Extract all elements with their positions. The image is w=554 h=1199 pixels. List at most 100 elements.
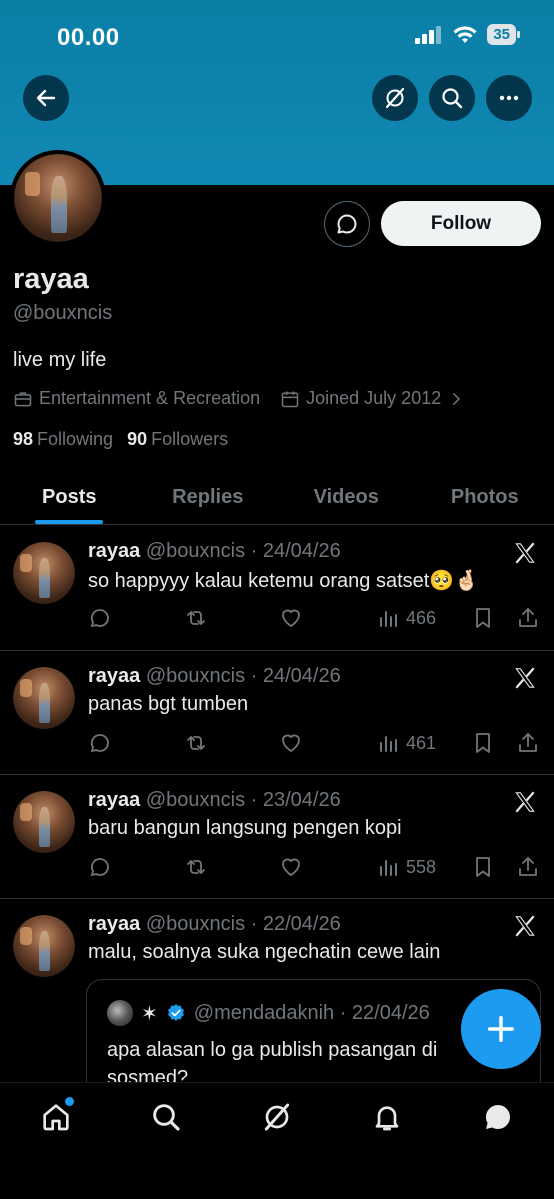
bookmark-button[interactable] — [471, 731, 495, 755]
post-author: rayaa — [88, 540, 141, 562]
search-icon — [153, 1104, 180, 1131]
post-avatar[interactable] — [13, 542, 75, 604]
reply-button[interactable] — [88, 855, 112, 879]
more-button[interactable] — [486, 75, 532, 121]
post-header: rayaa @bouxncis · 23/04/26 — [88, 789, 341, 812]
followers-count-link[interactable]: 90 Followers — [127, 429, 228, 450]
quoted-post-header: ✶ @mendadaknih · 22/04/26 — [107, 1000, 430, 1026]
nav-grok[interactable] — [257, 1097, 297, 1137]
reply-icon — [90, 609, 109, 628]
compose-button[interactable] — [461, 989, 541, 1069]
post-text: malu, soalnya suka ngechatin cewe lain — [88, 941, 441, 963]
post-author: rayaa — [88, 665, 141, 687]
share-button[interactable] — [516, 731, 540, 755]
x-logo-icon — [515, 667, 535, 689]
post-text: panas bgt tumben — [88, 693, 249, 715]
repost-button[interactable] — [184, 606, 208, 630]
views-button[interactable]: 461 — [376, 731, 436, 755]
nav-notifications[interactable] — [367, 1097, 407, 1137]
views-button[interactable]: 466 — [376, 606, 436, 630]
calendar-icon — [281, 391, 299, 407]
tab-replies[interactable]: Replies — [139, 470, 278, 524]
back-button[interactable] — [23, 75, 69, 121]
post-actions: 461 — [88, 731, 543, 759]
post-header: rayaa @bouxncis · 24/04/26 — [88, 665, 341, 688]
x-logo-icon — [515, 542, 535, 564]
followers-label: Followers — [151, 429, 229, 449]
category-label: Entertainment & Recreation — [39, 388, 261, 408]
views-button[interactable]: 558 — [376, 855, 436, 879]
grok-button[interactable] — [372, 75, 418, 121]
back-arrow-icon — [36, 89, 56, 107]
views-icon — [380, 860, 397, 876]
following-count-link[interactable]: 98 Following — [13, 429, 113, 450]
post-author: rayaa — [88, 913, 141, 935]
post-item[interactable]: rayaa @bouxncis · 24/04/26 so happyyy ka… — [0, 526, 554, 651]
bookmark-button[interactable] — [471, 606, 495, 630]
status-time: 00.00 — [57, 24, 120, 51]
post-avatar[interactable] — [13, 915, 75, 977]
follow-counts: 98 Following 90 Followers — [13, 429, 228, 450]
following-label: Following — [37, 429, 114, 449]
post-item[interactable]: rayaa @bouxncis · 24/04/26 panas bgt tum… — [0, 651, 554, 775]
heart-icon — [282, 609, 300, 627]
category-item: Entertainment & Recreation — [13, 388, 260, 409]
like-button[interactable] — [279, 855, 303, 879]
reply-button[interactable] — [88, 731, 112, 755]
follow-button[interactable]: Follow — [381, 201, 541, 246]
followers-count: 90 — [127, 429, 148, 449]
display-name: rayaa — [13, 263, 89, 295]
post-actions: 466 — [88, 606, 543, 634]
post-handle-date: @bouxncis · 22/04/26 — [145, 913, 341, 935]
reply-button[interactable] — [88, 606, 112, 630]
like-button[interactable] — [279, 606, 303, 630]
verified-badge-icon — [167, 1004, 184, 1021]
bookmark-icon — [476, 857, 490, 877]
joined-item[interactable]: Joined July 2012 — [280, 388, 465, 409]
post-header: rayaa @bouxncis · 24/04/26 — [88, 540, 341, 563]
bookmark-icon — [476, 733, 490, 753]
briefcase-icon — [14, 391, 32, 406]
post-handle-date: @bouxncis · 23/04/26 — [145, 789, 341, 811]
status-indicators: 35 — [415, 24, 520, 45]
repost-icon — [187, 611, 205, 625]
views-icon — [380, 611, 397, 627]
post-handle-date: @bouxncis · 24/04/26 — [145, 540, 341, 562]
like-button[interactable] — [279, 731, 303, 755]
tab-photos[interactable]: Photos — [416, 470, 554, 524]
search-button[interactable] — [429, 75, 475, 121]
x-logo-icon — [515, 791, 535, 813]
quoted-name-star: ✶ — [141, 1002, 158, 1025]
post-header: rayaa @bouxncis · 22/04/26 — [88, 913, 341, 936]
message-bubble-icon — [337, 214, 357, 234]
nav-messages[interactable] — [478, 1097, 518, 1137]
nav-home[interactable] — [36, 1097, 76, 1137]
profile-bio: live my life — [13, 349, 107, 371]
messages-icon — [485, 1104, 510, 1129]
profile-avatar[interactable] — [10, 150, 106, 246]
tab-posts[interactable]: Posts — [0, 470, 139, 524]
post-author: rayaa — [88, 789, 141, 811]
signal-icon — [415, 25, 442, 44]
reply-icon — [90, 858, 109, 877]
search-icon — [442, 88, 463, 109]
tab-videos[interactable]: Videos — [277, 470, 416, 524]
message-button[interactable] — [324, 201, 370, 247]
post-item[interactable]: rayaa @bouxncis · 23/04/26 baru bangun l… — [0, 775, 554, 899]
post-avatar[interactable] — [13, 791, 75, 853]
plus-icon — [487, 1015, 515, 1043]
repost-icon — [187, 860, 205, 874]
bookmark-button[interactable] — [471, 855, 495, 879]
share-button[interactable] — [516, 606, 540, 630]
post-avatar[interactable] — [13, 667, 75, 729]
share-icon — [519, 733, 537, 752]
nav-search[interactable] — [146, 1097, 186, 1137]
repost-button[interactable] — [184, 855, 208, 879]
more-icon — [499, 95, 519, 101]
repost-button[interactable] — [184, 731, 208, 755]
post-text: so happyyy kalau ketemu orang satset🥺🤞🏻 — [88, 570, 480, 592]
views-count: 558 — [406, 856, 437, 877]
joined-label: Joined July 2012 — [306, 388, 442, 408]
notification-dot — [65, 1097, 74, 1106]
share-button[interactable] — [516, 855, 540, 879]
